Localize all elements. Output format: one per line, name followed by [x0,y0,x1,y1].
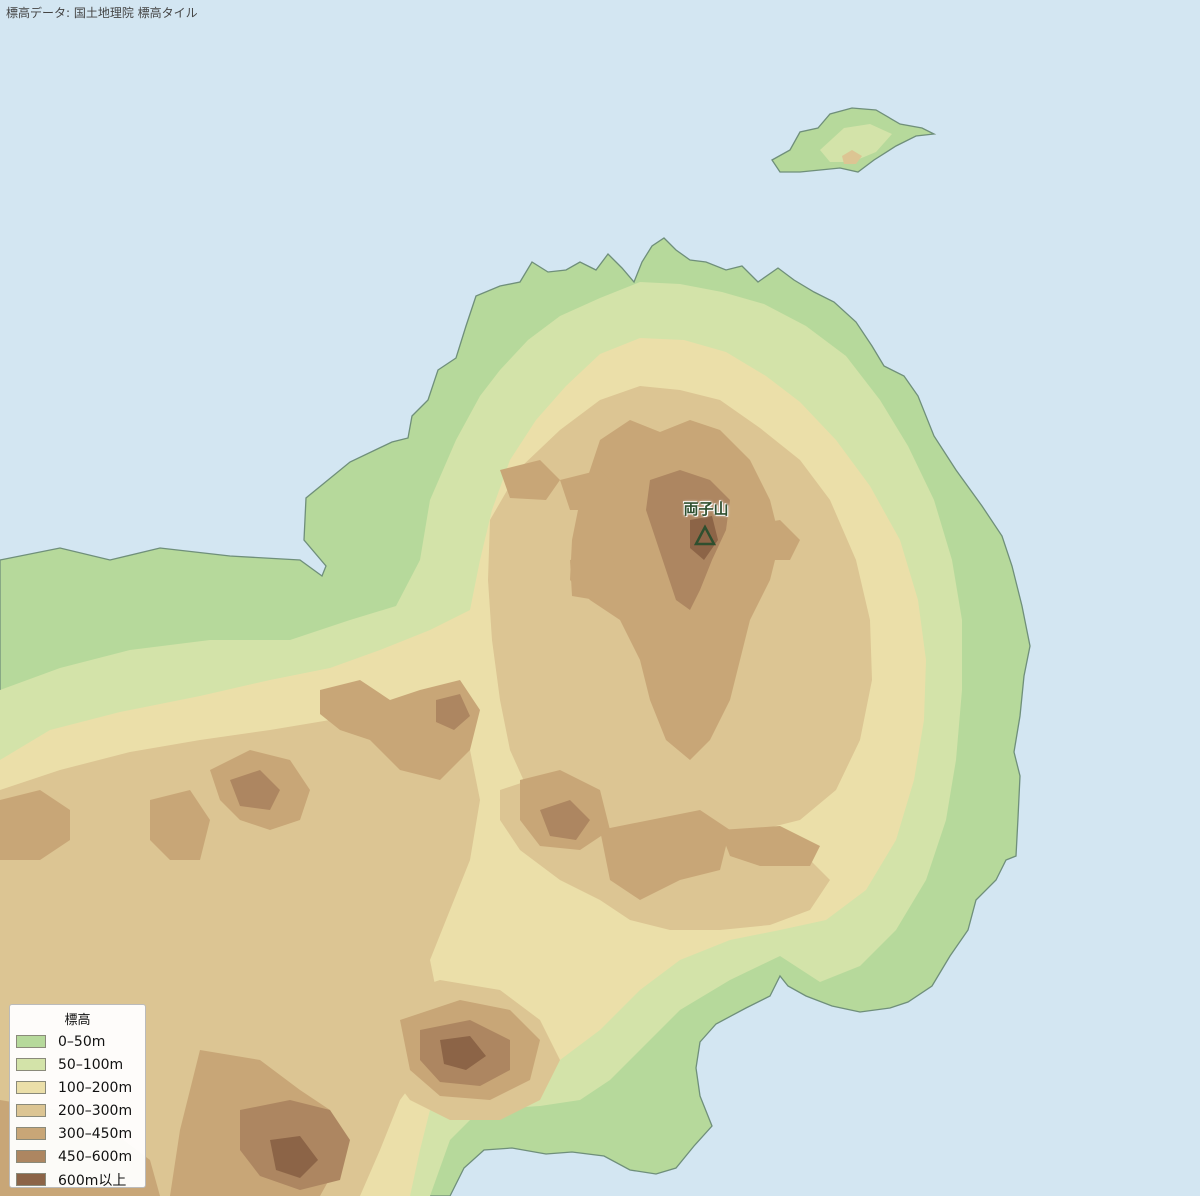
legend-label: 300–450m [58,1125,133,1142]
legend-swatch [16,1104,46,1117]
legend-item: 450–600m [16,1145,139,1168]
legend-label: 100–200m [58,1079,133,1096]
legend-item: 0–50m [16,1030,139,1053]
legend-label: 50–100m [58,1056,124,1073]
legend-swatch [16,1127,46,1140]
legend-label: 200–300m [58,1102,133,1119]
elevation-map[interactable] [0,0,1200,1196]
legend-swatch [16,1058,46,1071]
legend-item: 200–300m [16,1099,139,1122]
legend-title: 標高 [64,1013,91,1028]
legend-items: 0–50m 50–100m 100–200m 200–300m 300–450m 450–… [16,1030,139,1191]
legend-label: 0–50m [58,1033,106,1050]
peak-label: 両子山 [683,500,729,518]
legend-item: 600m以上 [16,1168,139,1191]
legend-swatch [16,1035,46,1048]
attribution: 標高データ: 国土地理院 標高タイル [6,6,198,20]
legend-item: 300–450m [16,1122,139,1145]
legend-label: 450–600m [58,1148,133,1165]
legend: 標高 0–50m 50–100m 100–200m 200–300m 300–450m 4… [9,1004,146,1191]
legend-item: 100–200m [16,1076,139,1099]
legend-swatch [16,1150,46,1163]
legend-label: 600m以上 [58,1172,127,1189]
legend-swatch [16,1173,46,1186]
legend-item: 50–100m [16,1053,139,1076]
legend-swatch [16,1081,46,1094]
